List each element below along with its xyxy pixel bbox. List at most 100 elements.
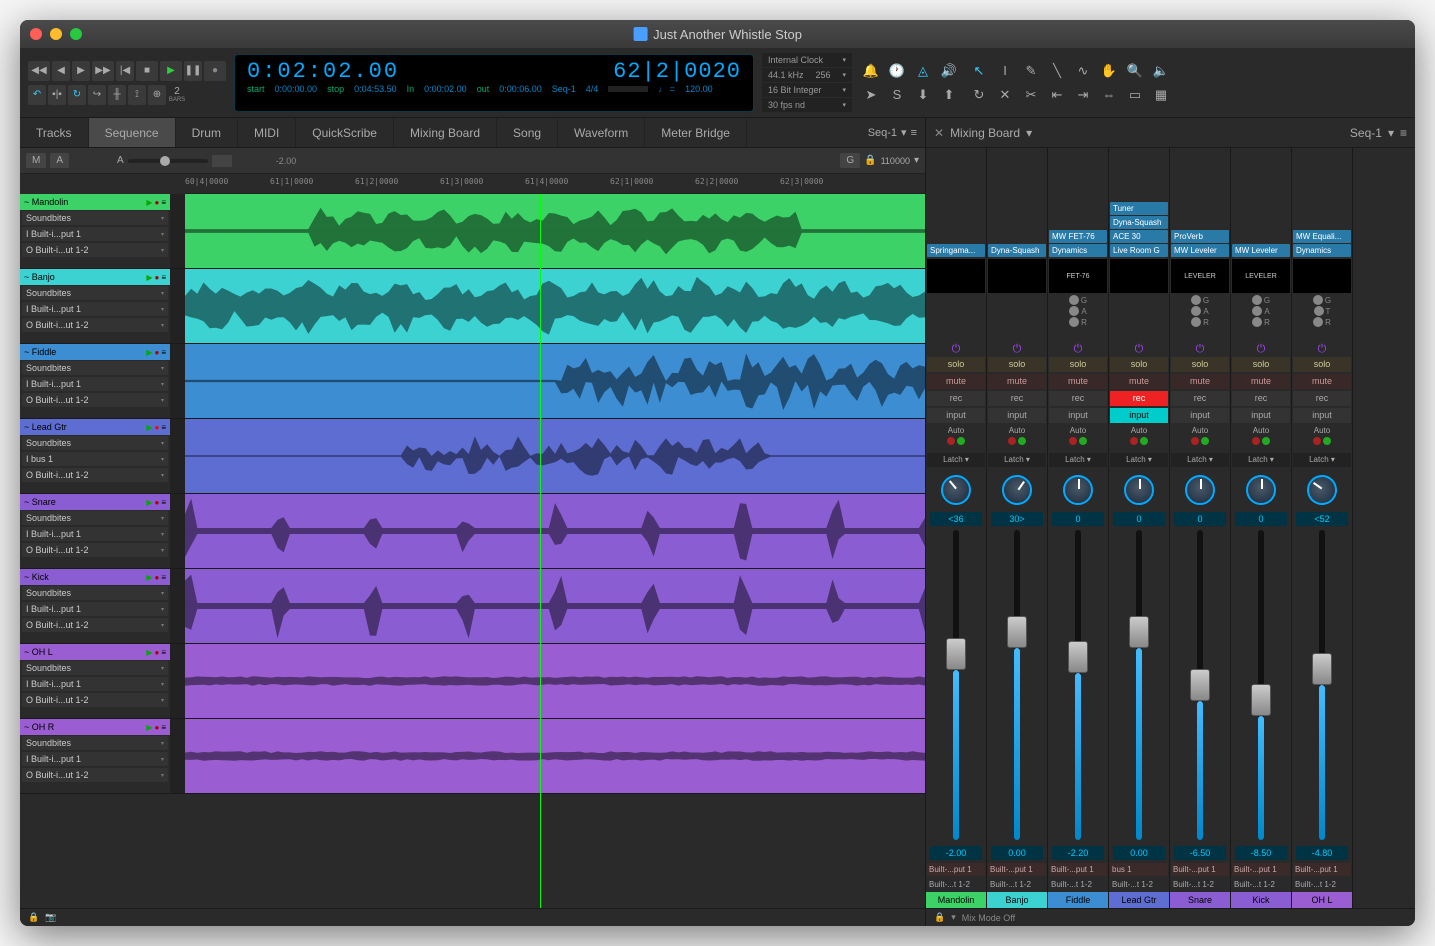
fader-value[interactable]: -4.80 [1296,846,1348,860]
record-arm-icon[interactable]: ● [154,573,159,582]
record-button[interactable]: ● [204,61,226,81]
auto-play-icon[interactable] [1262,437,1270,445]
zoom-button[interactable] [70,28,82,40]
track-header[interactable]: ~ Fiddle ▶●≡ Soundbites I Built-i...put … [20,344,170,418]
format-select[interactable]: 16 Bit Integer [762,83,852,97]
track-name[interactable]: ~ OH L ▶●≡ [20,644,170,660]
channel-output-select[interactable]: Built-...t 1-2 [927,878,985,891]
rec-arm-button[interactable]: rec [1049,391,1107,406]
menu-icon[interactable]: ≡ [161,573,166,582]
close-icon[interactable]: ✕ [934,126,944,140]
channel-name[interactable]: Snare [1170,892,1230,908]
input-monitor-button[interactable]: input [1110,408,1168,423]
fader-value[interactable]: -2.20 [1052,846,1104,860]
insert-slot[interactable]: Dyna-Squash [1110,216,1168,229]
waveform-clip[interactable] [185,644,925,718]
output-select[interactable]: O Built-i...ut 1-2 [22,468,168,482]
pencil-tool-icon[interactable]: ✎ [1020,61,1042,81]
main-bars[interactable]: 62|2|0020 [613,59,741,84]
auto-play-icon[interactable] [1079,437,1087,445]
output-select[interactable]: O Built-i...ut 1-2 [22,393,168,407]
zoom-tool-icon[interactable]: 🔍 [1124,61,1146,81]
speaker-icon[interactable]: 🔊 [938,61,960,81]
input-monitor-button[interactable]: input [1171,408,1229,423]
soundbite-select[interactable]: Soundbites [22,286,168,300]
play-enable-icon[interactable]: ▶ [146,498,152,507]
pan-value[interactable]: <36 [930,512,982,526]
record-arm-icon[interactable]: ● [154,198,159,207]
stop-button[interactable]: ■ [136,61,158,81]
power-icon[interactable]: ⏻ [1048,342,1108,356]
pan-knob[interactable] [1048,468,1108,512]
fader[interactable] [1292,526,1352,844]
tab-tracks[interactable]: Tracks [20,118,89,147]
auto-record-icon[interactable] [1008,437,1016,445]
latch-select[interactable]: Latch ▾ [988,453,1046,467]
click-button[interactable]: ⊕ [148,85,166,105]
solo-button[interactable]: solo [927,357,985,372]
compressor-display[interactable] [1110,259,1168,293]
play-enable-icon[interactable]: ▶ [146,648,152,657]
nudge-icon[interactable]: ⇔ [1098,85,1120,105]
undo-button[interactable]: ↶ [28,85,46,105]
track-name[interactable]: ~ Snare ▶●≡ [20,494,170,510]
input-select[interactable]: I Built-i...put 1 [22,527,168,541]
fader-value[interactable]: -8.50 [1235,846,1287,860]
play-enable-icon[interactable]: ▶ [146,723,152,732]
chevron-down-icon[interactable]: ▾ [914,155,919,166]
up-icon[interactable]: ⬆ [938,85,960,105]
trim-right-icon[interactable]: ⇥ [1072,85,1094,105]
soundbite-select[interactable]: Soundbites [22,436,168,450]
rtz-button[interactable]: |◀ [116,61,134,81]
input-select[interactable]: I bus 1 [22,452,168,466]
fader-value[interactable]: -2.00 [930,846,982,860]
fader[interactable] [987,526,1047,844]
gmr-controls[interactable]: GTR [1292,294,1352,342]
record-arm-icon[interactable]: ● [154,273,159,282]
track-header[interactable]: ~ OH L ▶●≡ Soundbites I Built-i...put 1 … [20,644,170,718]
clock-select[interactable]: Internal Clock [762,53,852,67]
insert-slot[interactable]: Dynamics [1293,244,1351,257]
auto-play-icon[interactable] [1323,437,1331,445]
camera-icon[interactable]: 📷 [45,912,56,923]
insert-slot[interactable]: MW Leveler [1171,244,1229,257]
channel-output-select[interactable]: Built-...t 1-2 [1171,878,1229,891]
fader-value[interactable]: 0.00 [1113,846,1165,860]
latch-select[interactable]: Latch ▾ [1171,453,1229,467]
mute-all-button[interactable]: M [26,153,46,168]
line-tool-icon[interactable]: ╲ [1046,61,1068,81]
resolution-value[interactable]: 110000 [881,156,910,166]
arrow-button[interactable]: ↪ [88,85,106,105]
fader[interactable] [926,526,986,844]
output-select[interactable]: O Built-i...ut 1-2 [22,693,168,707]
mute-button[interactable]: mute [1049,374,1107,389]
automation-controls[interactable]: Auto [1231,424,1291,452]
auto-record-icon[interactable] [1252,437,1260,445]
mute-button[interactable]: mute [1293,374,1351,389]
track-header[interactable]: ~ Snare ▶●≡ Soundbites I Built-i...put 1… [20,494,170,568]
pan-value[interactable]: 0 [1052,512,1104,526]
auto-record-icon[interactable] [947,437,955,445]
track-name[interactable]: ~ Banjo ▶●≡ [20,269,170,285]
power-icon[interactable]: ⏻ [1231,342,1291,356]
chevron-down-icon[interactable]: ▾ [951,912,956,923]
pan-knob[interactable] [1231,468,1291,512]
auto-record-icon[interactable] [1130,437,1138,445]
insert-slot[interactable]: Live Room G [1110,244,1168,257]
mute-button[interactable]: mute [1171,374,1229,389]
track-header[interactable]: ~ Lead Gtr ▶●≡ Soundbites I bus 1 O Buil… [20,419,170,493]
latch-select[interactable]: Latch ▾ [1049,453,1107,467]
insert-slot[interactable]: Dyna-Squash [988,244,1046,257]
channel-output-select[interactable]: Built-...t 1-2 [988,878,1046,891]
block-icon[interactable] [212,155,232,167]
insert-slot[interactable]: MW Leveler [1232,244,1290,257]
lock-icon[interactable]: 🔒 [864,155,876,166]
sequence-select[interactable]: Seq-1 [868,127,897,139]
input-monitor-button[interactable]: input [988,408,1046,423]
channel-output-select[interactable]: Built-...t 1-2 [1110,878,1168,891]
arm-all-button[interactable]: A [50,153,69,168]
record-arm-icon[interactable]: ● [154,498,159,507]
auto-play-icon[interactable] [957,437,965,445]
record-arm-icon[interactable]: ● [154,348,159,357]
track-name[interactable]: ~ Fiddle ▶●≡ [20,344,170,360]
